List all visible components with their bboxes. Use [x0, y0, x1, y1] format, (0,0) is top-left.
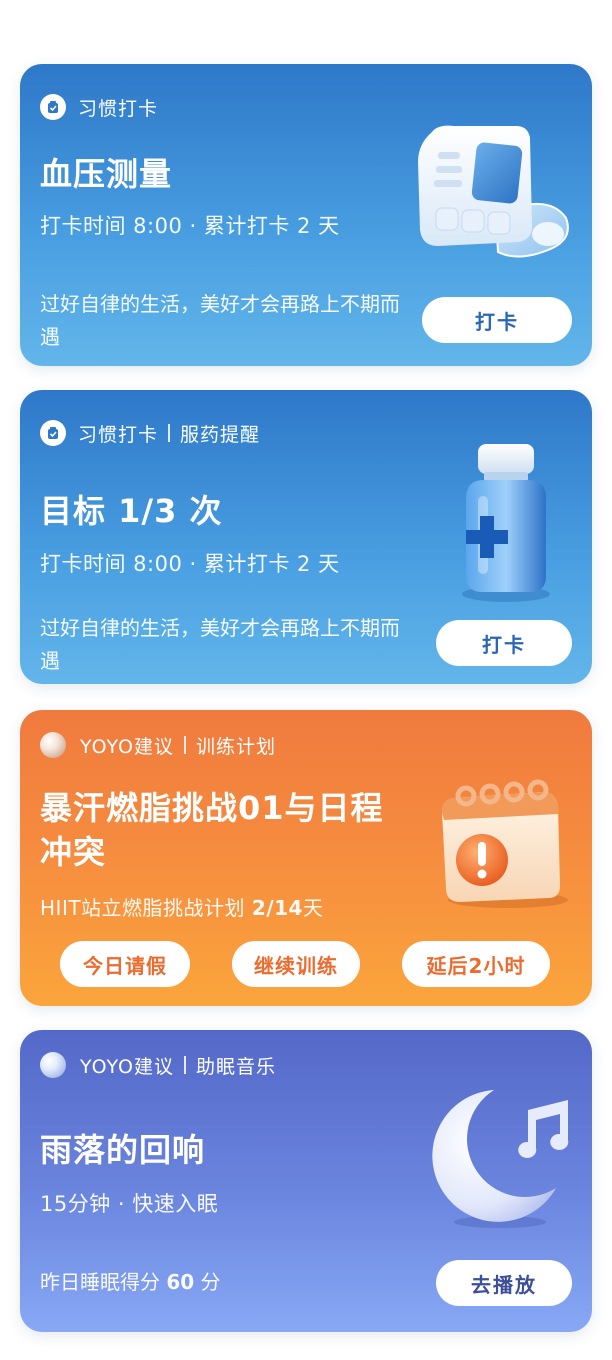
card-note: 过好自律的生活，美好才会再路上不期而遇 [40, 292, 400, 349]
card-header: 习惯打卡 [40, 94, 158, 120]
card-header: YOYO建议 训练计划 [40, 732, 276, 758]
card-note: 昨日睡眠得分 60 分 [40, 1270, 221, 1294]
suggestion-card-sleep-music[interactable]: YOYO建议 助眠音乐 雨落的回响 15分钟 · 快速入眠 昨日睡眠得分 60 分… [20, 1030, 592, 1332]
card-subtitle: HIIT站立燃脂挑战计划 2/14天 [40, 896, 324, 920]
check-in-button[interactable]: 打卡 [436, 620, 572, 666]
card-title: 目标 1/3 次 [40, 492, 223, 530]
habit-card-medication[interactable]: 习惯打卡 服药提醒 目标 1/3 次 打卡时间 8:00 · 累计打卡 2 天 过… [20, 390, 592, 684]
card-title: 暴汗燃脂挑战01与日程冲突 [40, 789, 384, 871]
card-header-label: 习惯打卡 [78, 97, 159, 120]
blood-pressure-monitor-icon [418, 125, 569, 258]
medicine-bottle-icon [462, 444, 550, 602]
card-header: 习惯打卡 服药提醒 [40, 420, 260, 446]
card-note: 过好自律的生活，美好才会再路上不期而遇 [40, 616, 400, 673]
yoyo-avatar-icon [40, 1052, 66, 1078]
check-in-button[interactable]: 打卡 [422, 297, 572, 343]
card-subtitle: 15分钟 · 快速入眠 [40, 1192, 219, 1216]
suggestion-card-training[interactable]: YOYO建议 训练计划 暴汗燃脂挑战01与日程冲突 HIIT站立燃脂挑战计划 2/… [20, 710, 592, 1006]
continue-training-button[interactable]: 继续训练 [232, 941, 360, 987]
card-header: YOYO建议 助眠音乐 [40, 1052, 276, 1078]
moon-music-icon [432, 1090, 569, 1228]
card-header-label: 习惯打卡 服药提醒 [78, 420, 260, 447]
card-header-label: YOYO建议 训练计划 [80, 732, 276, 759]
card-subtitle: 打卡时间 8:00 · 累计打卡 2 天 [40, 552, 340, 576]
header-separator [184, 736, 187, 754]
card-header-tag: 服药提醒 [180, 423, 261, 446]
card-header-tag: 训练计划 [196, 735, 277, 758]
header-separator [168, 424, 171, 442]
card-title: 血压测量 [40, 155, 173, 193]
habit-check-icon [40, 420, 66, 446]
card-header-tag: 助眠音乐 [196, 1055, 277, 1078]
play-button[interactable]: 去播放 [436, 1260, 572, 1306]
habit-card-blood-pressure[interactable]: 习惯打卡 血压测量 打卡时间 8:00 · 累计打卡 2 天 过好自律的生活，美… [20, 64, 592, 366]
card-header-label: YOYO建议 助眠音乐 [80, 1052, 276, 1079]
card-subtitle: 打卡时间 8:00 · 累计打卡 2 天 [40, 214, 340, 238]
take-leave-button[interactable]: 今日请假 [60, 941, 190, 987]
calendar-alert-icon [442, 779, 568, 908]
card-title: 雨落的回响 [40, 1131, 206, 1169]
postpone-button[interactable]: 延后2小时 [402, 941, 550, 987]
yoyo-avatar-icon [40, 732, 66, 758]
header-separator [184, 1056, 187, 1074]
habit-check-icon [40, 94, 66, 120]
